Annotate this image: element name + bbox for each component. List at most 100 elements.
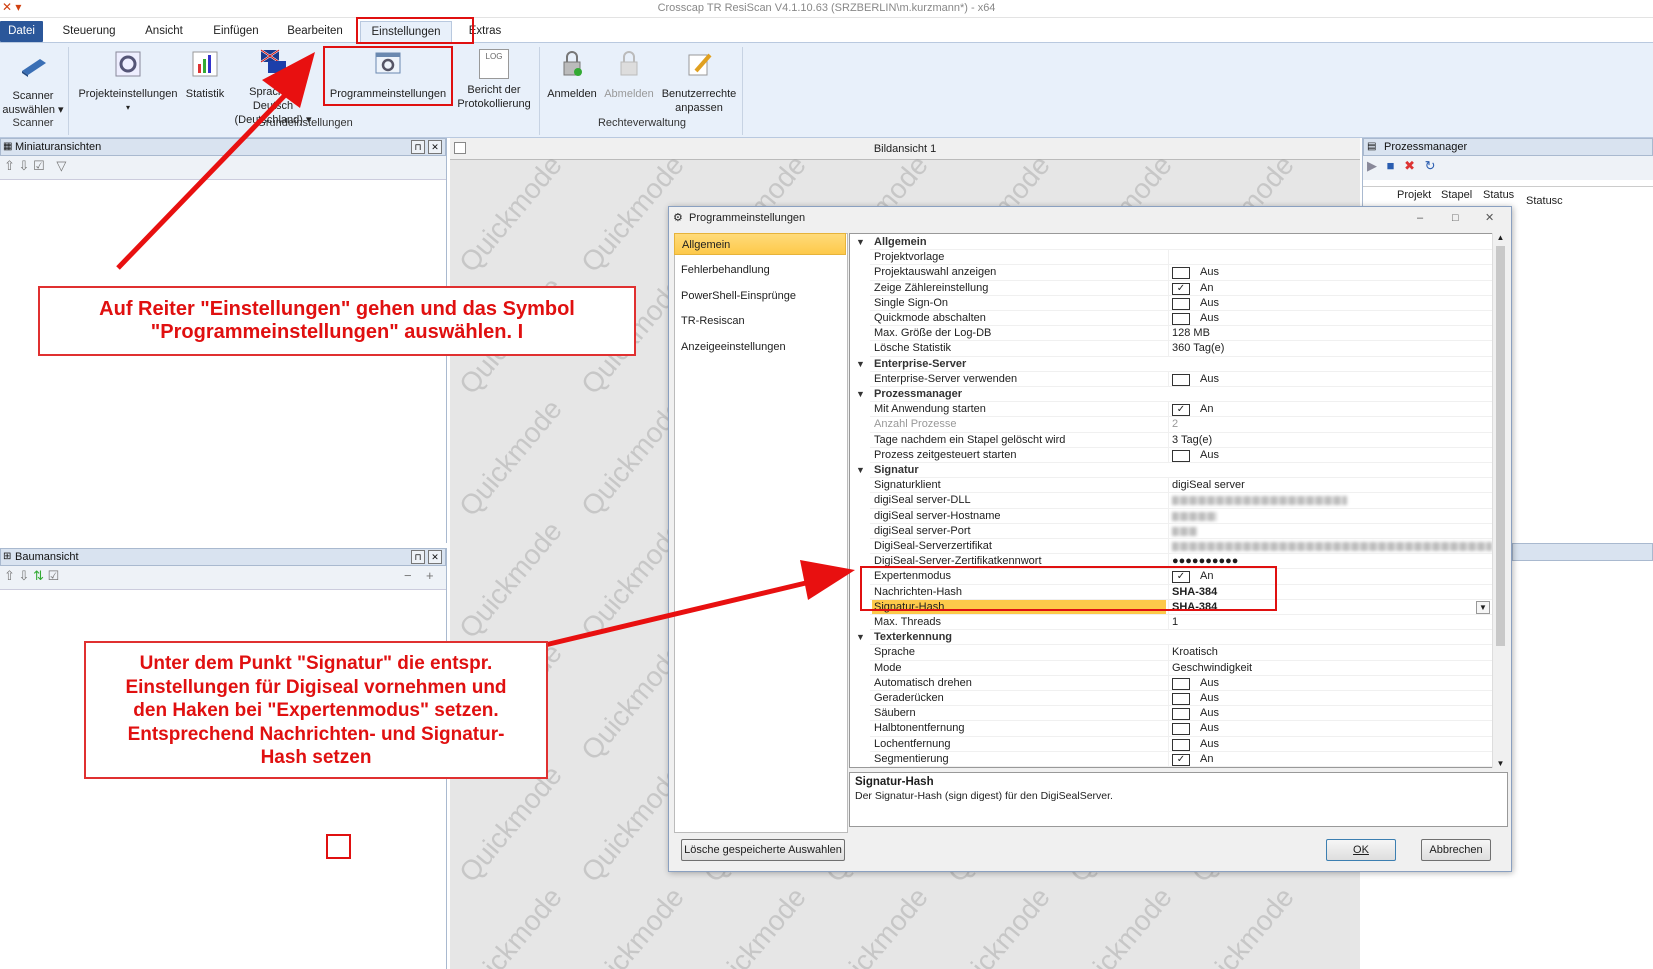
check-icon[interactable]: ☑ [33, 158, 45, 173]
property-row[interactable]: Geraderücken Aus [850, 691, 1493, 707]
stop-icon[interactable]: ■ [1387, 158, 1395, 173]
checkbox-unchecked[interactable] [1172, 449, 1190, 462]
property-row[interactable]: Quickmode abschalten Aus [850, 311, 1493, 327]
checkbox-unchecked[interactable] [1172, 723, 1190, 736]
close-icon[interactable]: ✕ [428, 140, 442, 154]
scroll-down-icon[interactable]: ▼ [1493, 759, 1508, 768]
property-row[interactable]: DigiSeal-Serverzertifikat [850, 539, 1493, 555]
checkbox-unchecked[interactable] [1172, 297, 1190, 310]
property-row[interactable]: Mit Anwendung starten ✓ An [850, 402, 1493, 418]
play-icon[interactable]: ▶ [1367, 158, 1377, 173]
collapse-chevron-icon[interactable]: ▼ [856, 235, 865, 250]
checkbox-unchecked[interactable] [1172, 677, 1190, 690]
property-row[interactable]: Säubern Aus [850, 706, 1493, 722]
checkbox-unchecked[interactable] [1172, 313, 1190, 325]
col-projekt[interactable]: Projekt [1397, 189, 1431, 201]
category-fehlerbehandlung[interactable]: Fehlerbehandlung [674, 259, 846, 281]
property-group[interactable]: ▼ Signatur [850, 463, 1493, 479]
property-value[interactable]: digiSeal server [1172, 478, 1245, 493]
arrow-up-icon[interactable]: ⇧ [4, 158, 15, 173]
col-statusc[interactable]: Statusc [1526, 195, 1563, 207]
property-row[interactable]: Single Sign-On Aus [850, 295, 1493, 311]
checkbox-unchecked[interactable] [1172, 267, 1190, 280]
property-value[interactable]: 2 [1172, 417, 1178, 432]
checkbox-unchecked[interactable] [1172, 708, 1190, 721]
category-allgemein[interactable]: Allgemein [674, 233, 846, 255]
sort-icon[interactable]: ⇅ [33, 568, 44, 583]
property-value[interactable]: 360 Tag(e) [1172, 341, 1224, 356]
property-row[interactable]: Automatisch drehen Aus [850, 675, 1493, 691]
delete-icon[interactable]: ✖ [1404, 158, 1415, 173]
collapse-chevron-icon[interactable]: ▼ [856, 630, 865, 645]
property-row[interactable]: digiSeal server-Port [850, 523, 1493, 539]
sprache-button[interactable]: Sprache - Deutsch (Deutschland) ▾ [228, 47, 318, 127]
arrow-down-icon[interactable]: ⇩ [19, 568, 30, 583]
property-group[interactable]: ▼ Allgemein [850, 235, 1493, 251]
category-anzeige[interactable]: Anzeigeeinstellungen [674, 336, 846, 358]
col-status[interactable]: Status [1483, 189, 1514, 201]
category-powershell[interactable]: PowerShell-Einsprünge [674, 285, 846, 307]
property-row[interactable]: digiSeal server-Hostname [850, 508, 1493, 524]
tab-datei[interactable]: Datei [0, 21, 43, 42]
property-group[interactable]: ▼ Enterprise-Server [850, 356, 1493, 372]
collapse-chevron-icon[interactable]: ▼ [856, 387, 865, 402]
scroll-up-icon[interactable]: ▲ [1493, 233, 1508, 242]
col-stapel[interactable]: Stapel [1441, 189, 1472, 201]
grid-scrollbar[interactable]: ▲ ▼ [1492, 233, 1508, 768]
property-row[interactable]: Tage nachdem ein Stapel gelöscht wird 3 T… [850, 432, 1493, 448]
property-row[interactable]: Projektauswahl anzeigen Aus [850, 265, 1493, 281]
property-row[interactable]: Sprache Kroatisch [850, 645, 1493, 661]
property-value[interactable]: 1 [1172, 615, 1178, 630]
abmelden-button[interactable]: Abmelden [600, 49, 658, 101]
arrow-down-icon[interactable]: ⇩ [19, 158, 30, 173]
collapse-icon[interactable]: − [404, 568, 412, 583]
scroll-thumb[interactable] [1496, 246, 1505, 646]
checkbox-unchecked[interactable] [1172, 693, 1190, 705]
property-value[interactable]: Geschwindigkeit [1172, 661, 1252, 676]
property-row[interactable]: digiSeal server-DLL [850, 493, 1493, 509]
close-icon[interactable]: ✕ [1485, 207, 1494, 229]
close-icon[interactable]: ✕ [428, 550, 442, 564]
checkbox-checked[interactable]: ✓ [1172, 282, 1190, 295]
abbrechen-button[interactable]: Abbrechen [1421, 839, 1491, 861]
maximize-icon[interactable]: □ [1452, 207, 1459, 229]
view-checkbox[interactable] [454, 142, 466, 154]
tab-steuerung[interactable]: Steuerung [54, 21, 124, 42]
property-value[interactable]: 128 MB [1172, 326, 1210, 341]
category-tr-resiscan[interactable]: TR-Resiscan [674, 310, 846, 332]
property-row[interactable]: Prozess zeitgesteuert starten Aus [850, 447, 1493, 463]
ok-button[interactable]: OK [1326, 839, 1396, 861]
pin-icon[interactable]: ⊓ [411, 140, 425, 154]
tab-bearbeiten[interactable]: Bearbeiten [280, 21, 350, 42]
property-row[interactable]: Lösche Statistik 360 Tag(e) [850, 341, 1493, 357]
clear-selections-button[interactable]: Lösche gespeicherte Auswahlen [681, 839, 845, 861]
property-row[interactable]: Signaturklient digiSeal server [850, 478, 1493, 494]
arrow-up-icon[interactable]: ⇧ [4, 568, 15, 583]
slider-handle[interactable]: ▽ [56, 158, 66, 173]
dropdown-chevron-icon[interactable]: ▼ [1476, 600, 1490, 614]
pin-icon[interactable]: ⊓ [411, 550, 425, 564]
bericht-button[interactable]: LOG Bericht der Protokollierung [452, 49, 536, 111]
property-row[interactable]: Lochentfernung Aus [850, 736, 1493, 752]
projekteinstellungen-button[interactable]: Projekteinstellungen ▾ [74, 49, 182, 115]
collapse-chevron-icon[interactable]: ▼ [856, 463, 865, 478]
property-row[interactable]: Anzahl Prozesse 2 [850, 417, 1493, 433]
tab-ansicht[interactable]: Ansicht [134, 21, 194, 42]
property-row[interactable]: Halbtonentfernung Aus [850, 721, 1493, 737]
statistik-button[interactable]: Statistik [182, 49, 228, 101]
property-row[interactable]: Projektvorlage [850, 250, 1493, 266]
benutzerrechte-button[interactable]: Benutzerrechte anpassen [658, 49, 740, 115]
checkbox-checked[interactable]: ✓ [1172, 404, 1190, 417]
property-row[interactable]: Max. Threads 1 [850, 615, 1493, 631]
checkbox-checked[interactable]: ✓ [1172, 753, 1190, 766]
property-group[interactable]: ▼ Texterkennung [850, 630, 1493, 646]
collapse-chevron-icon[interactable]: ▼ [856, 357, 865, 372]
minimize-icon[interactable]: – [1417, 207, 1423, 229]
property-row[interactable]: Mode Geschwindigkeit [850, 660, 1493, 676]
property-row[interactable]: Enterprise-Server verwenden Aus [850, 371, 1493, 387]
property-value[interactable]: Kroatisch [1172, 645, 1218, 660]
tab-einfuegen[interactable]: Einfügen [204, 21, 268, 42]
check-icon[interactable]: ☑ [48, 568, 60, 583]
property-row[interactable]: Max. Größe der Log-DB 128 MB [850, 326, 1493, 342]
property-group[interactable]: ▼ Prozessmanager [850, 387, 1493, 403]
